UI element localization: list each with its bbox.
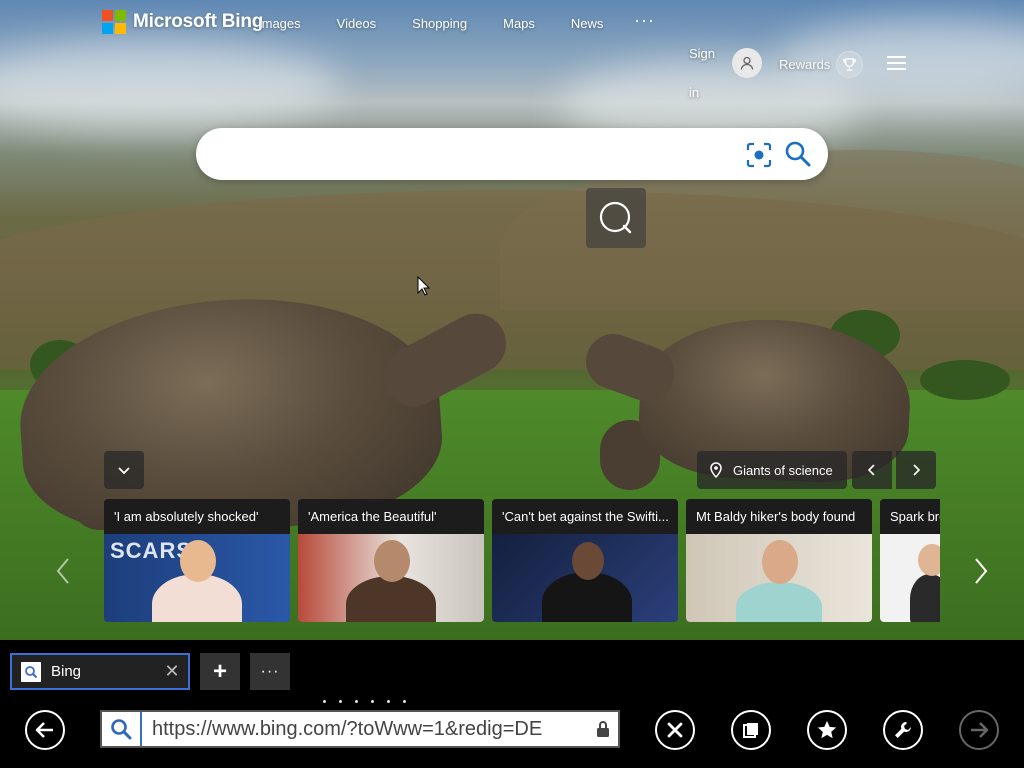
chevron-right-icon xyxy=(975,558,988,584)
image-info-button[interactable]: Giants of science xyxy=(697,451,847,489)
collapse-feed-button[interactable] xyxy=(104,451,144,489)
news-card-title: 'Can't bet against the Swifti... xyxy=(492,499,678,534)
star-icon xyxy=(817,720,837,739)
nav-videos[interactable]: Videos xyxy=(337,16,377,31)
search-icon xyxy=(102,712,142,746)
chevron-right-icon xyxy=(913,464,921,476)
location-pin-icon xyxy=(710,462,722,478)
new-tab-button[interactable]: + xyxy=(200,653,240,690)
back-arrow-icon xyxy=(35,722,53,738)
next-image-button[interactable] xyxy=(896,451,936,489)
news-card-image xyxy=(880,534,940,622)
sign-in-link[interactable]: Sign in xyxy=(689,34,723,112)
news-card[interactable]: Spark bre xyxy=(880,499,940,622)
microsoft-logo-icon xyxy=(102,10,126,34)
news-card-title: Spark bre xyxy=(880,499,940,534)
news-card-title: 'America the Beautiful' xyxy=(298,499,484,534)
nav-shopping[interactable]: Shopping xyxy=(412,16,467,31)
browser-tab[interactable]: Bing ✕ xyxy=(10,653,190,690)
logo-blue-square xyxy=(102,23,113,34)
rewards-label[interactable]: Rewards xyxy=(779,57,830,72)
rewards-trophy-icon[interactable] xyxy=(836,51,863,78)
browser-chrome: Bing ✕ + ··· xyxy=(0,640,1024,768)
tab-title: Bing xyxy=(51,663,82,680)
nav-images[interactable]: Images xyxy=(258,16,301,31)
tab-menu-button[interactable]: ··· xyxy=(250,653,290,690)
hamburger-menu-icon[interactable] xyxy=(887,56,906,74)
brand-name: Microsoft Bing xyxy=(133,11,264,32)
user-avatar-icon[interactable] xyxy=(732,48,762,78)
close-tab-icon[interactable]: ✕ xyxy=(164,661,180,682)
close-icon xyxy=(667,722,683,738)
tools-button[interactable] xyxy=(883,710,923,750)
logo-red-square xyxy=(102,10,113,21)
mouse-cursor-icon xyxy=(417,275,431,301)
back-button[interactable] xyxy=(25,710,65,750)
previous-image-button[interactable] xyxy=(852,451,892,489)
news-card-image: SCARS xyxy=(104,534,290,622)
carousel-prev-button[interactable] xyxy=(48,552,78,590)
tabs-icon xyxy=(743,723,758,738)
search-icon[interactable] xyxy=(784,140,812,168)
logo-yellow-square xyxy=(115,23,126,34)
news-card[interactable]: Mt Baldy hiker's body found xyxy=(686,499,872,622)
favorites-button[interactable] xyxy=(807,710,847,750)
top-nav: Images Videos Shopping Maps News xyxy=(258,16,639,31)
address-bar xyxy=(100,710,620,748)
search-box xyxy=(196,128,828,180)
news-card[interactable]: 'America the Beautiful' xyxy=(298,499,484,622)
news-card-title: 'I am absolutely shocked' xyxy=(104,499,290,534)
nav-more-button[interactable]: ··· xyxy=(634,10,655,31)
nav-maps[interactable]: Maps xyxy=(503,16,535,31)
news-carousel: 'I am absolutely shocked' SCARS 'America… xyxy=(104,499,940,622)
tabs-button[interactable] xyxy=(731,710,771,750)
search-input[interactable] xyxy=(218,138,738,170)
news-card-image xyxy=(298,534,484,622)
lock-icon[interactable] xyxy=(588,720,618,738)
stop-button[interactable] xyxy=(655,710,695,750)
chevron-left-icon xyxy=(867,464,875,476)
visual-search-icon[interactable] xyxy=(746,142,772,168)
copilot-search-icon[interactable] xyxy=(586,188,646,248)
forward-arrow-icon xyxy=(971,722,989,738)
chevron-down-icon xyxy=(118,467,130,475)
loading-dots xyxy=(323,700,406,703)
image-title: Giants of science xyxy=(733,462,833,478)
chevron-left-icon xyxy=(56,558,69,584)
wrench-icon xyxy=(895,722,911,738)
carousel-next-button[interactable] xyxy=(966,552,996,590)
bing-logo[interactable]: Microsoft Bing xyxy=(102,10,263,34)
forward-button[interactable] xyxy=(959,710,999,750)
logo-green-square xyxy=(115,10,126,21)
news-card-image xyxy=(492,534,678,622)
nav-news[interactable]: News xyxy=(571,16,604,31)
news-card-title: Mt Baldy hiker's body found xyxy=(686,499,872,534)
address-input[interactable] xyxy=(142,717,588,741)
bing-favicon-icon xyxy=(21,661,41,682)
news-card[interactable]: 'I am absolutely shocked' SCARS xyxy=(104,499,290,622)
news-card-image xyxy=(686,534,872,622)
news-card[interactable]: 'Can't bet against the Swifti... xyxy=(492,499,678,622)
